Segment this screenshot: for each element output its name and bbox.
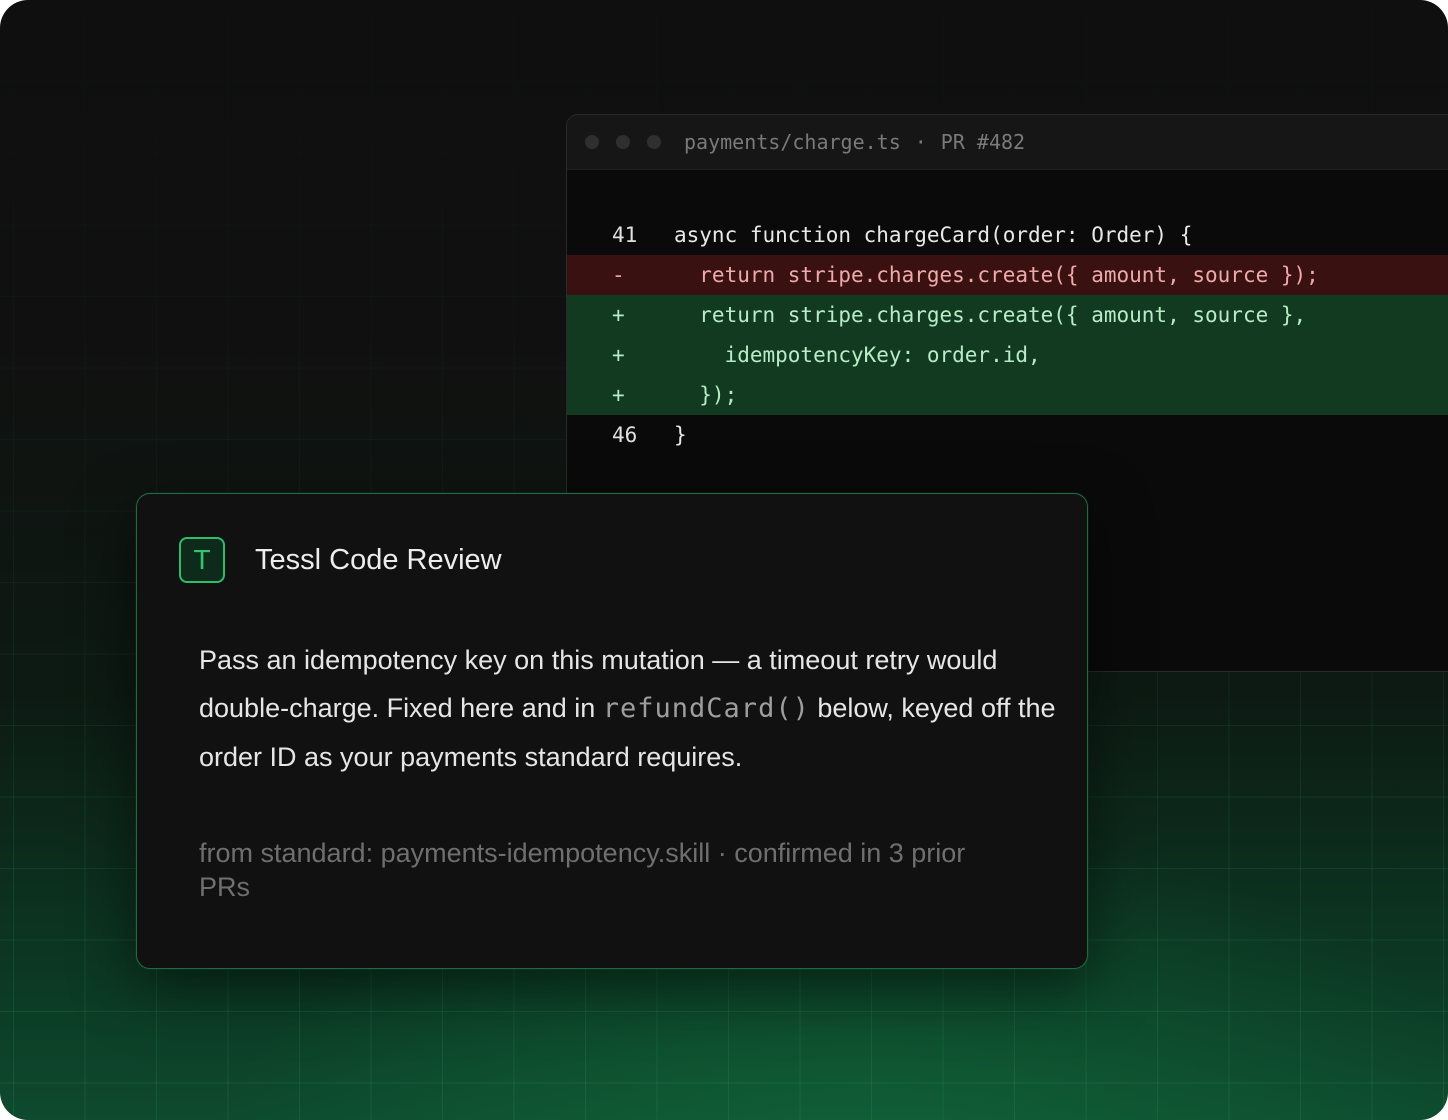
added-marker: +: [612, 343, 625, 367]
window-minimize-dot[interactable]: [616, 135, 630, 149]
code-text: async function chargeCard(order: Order) …: [674, 223, 1193, 247]
pr-label[interactable]: PR #482: [941, 130, 1025, 154]
added-marker: +: [612, 383, 625, 407]
added-marker: +: [612, 303, 625, 327]
window-maximize-dot[interactable]: [647, 135, 661, 149]
window-close-dot[interactable]: [585, 135, 599, 149]
code-text: }: [674, 423, 687, 447]
code-text: return stripe.charges.create({ amount, s…: [674, 303, 1307, 327]
function-reference: refundCard(): [602, 693, 810, 724]
diff-line-context: 46 }: [567, 415, 1448, 455]
code-text: });: [674, 383, 738, 407]
background-frame: payments/charge.ts · PR #482 41 async fu…: [0, 0, 1448, 1120]
code-text: idempotencyKey: order.id,: [674, 343, 1041, 367]
diff-line-removed: - return stripe.charges.create({ amount,…: [567, 255, 1448, 295]
review-title: Tessl Code Review: [255, 543, 502, 576]
file-path: payments/charge.ts: [684, 130, 901, 154]
removed-marker: -: [612, 263, 625, 287]
title-separator: ·: [914, 130, 927, 154]
standard-source-note: from standard: payments-idempotency.skil…: [199, 838, 966, 902]
review-header: T Tessl Code Review: [179, 537, 502, 583]
line-number: 46: [612, 423, 638, 447]
diff-line-added: + return stripe.charges.create({ amount,…: [567, 295, 1448, 335]
line-number: 41: [612, 223, 638, 247]
diff-line-added: + });: [567, 375, 1448, 415]
review-comment-card: T Tessl Code Review Pass an idempotency …: [136, 493, 1088, 969]
tessl-logo-icon: T: [179, 537, 225, 583]
diff-line-context: 41 async function chargeCard(order: Orde…: [567, 215, 1448, 255]
diff-line-added: + idempotencyKey: order.id,: [567, 335, 1448, 375]
diff-body: 41 async function chargeCard(order: Orde…: [567, 215, 1448, 455]
code-text: return stripe.charges.create({ amount, s…: [674, 263, 1319, 287]
window-titlebar: payments/charge.ts · PR #482: [567, 115, 1448, 170]
review-message: Pass an idempotency key on this mutation…: [199, 636, 1069, 781]
